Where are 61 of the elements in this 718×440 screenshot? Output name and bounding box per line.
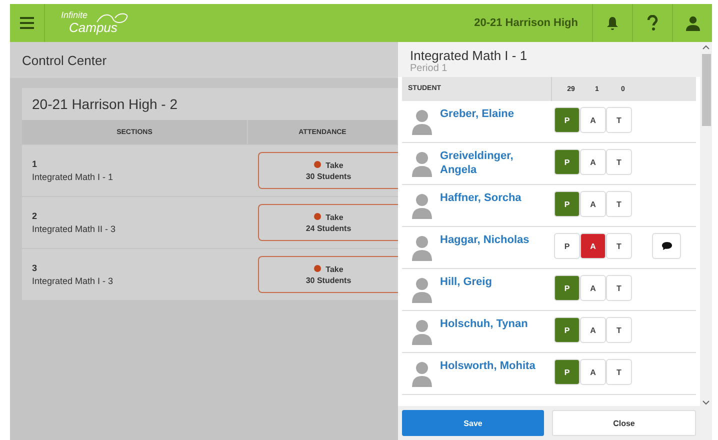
student-name-link[interactable]: Holsworth, Mohita — [440, 359, 540, 374]
avatar-icon — [412, 235, 432, 261]
attendance-mark-button[interactable]: T — [606, 359, 632, 385]
student-name-link[interactable]: Greber, Elaine — [440, 107, 540, 122]
attendance-mark-button[interactable]: A — [580, 233, 606, 259]
period-number: 3 — [32, 263, 38, 273]
panel-subtitle: Period 1 — [410, 63, 448, 74]
course-name: Integrated Math II - 3 — [32, 224, 117, 234]
course-name: Integrated Math I - 3 — [32, 276, 114, 286]
scroll-up-icon[interactable] — [702, 44, 710, 52]
scroll-down-icon[interactable] — [702, 398, 710, 406]
take-attendance-button[interactable]: Take 30 Students — [258, 152, 398, 189]
scrollbar[interactable] — [700, 42, 712, 440]
avatar-icon — [412, 109, 432, 135]
menu-icon — [20, 17, 34, 29]
avatar-icon — [412, 277, 432, 303]
school-name: 20-21 Harrison High — [474, 17, 579, 29]
period-number: 2 — [32, 211, 38, 221]
avatar-icon — [412, 151, 432, 177]
attendance-mark-button[interactable]: P — [554, 275, 580, 301]
page-title: Control Center — [10, 42, 398, 78]
attendance-mark-button[interactable]: P — [554, 359, 580, 385]
attendance-mark-button[interactable]: T — [606, 275, 632, 301]
panel-title: Integrated Math I - 1 — [410, 48, 528, 63]
attendance-mark-button[interactable]: A — [580, 191, 606, 217]
close-button[interactable]: Close — [552, 410, 696, 436]
user-icon — [686, 16, 700, 30]
scrollbar-thumb[interactable] — [702, 54, 710, 126]
card-title: 20-21 Harrison High - 2 — [31, 95, 179, 114]
attendance-mark-button[interactable]: A — [580, 359, 606, 385]
attendance-mark-button[interactable]: P — [554, 317, 580, 343]
avatar-icon — [412, 193, 432, 219]
student-name-link[interactable]: Haggar, Nicholas — [440, 233, 540, 248]
attendance-mark-button[interactable]: P — [554, 107, 580, 133]
attendance-mark-button[interactable]: P — [554, 191, 580, 217]
attendance-mark-button[interactable]: A — [580, 107, 606, 133]
course-name: Integrated Math I - 1 — [32, 172, 114, 182]
attendance-mark-button[interactable]: T — [606, 149, 632, 175]
attendance-mark-button[interactable]: P — [554, 233, 580, 259]
save-button[interactable]: Save — [402, 410, 544, 436]
attendance-mark-button[interactable]: T — [606, 317, 632, 343]
attendance-mark-button[interactable]: T — [606, 191, 632, 217]
avatar-icon — [412, 361, 432, 387]
speech-bubble-icon — [662, 242, 672, 250]
student-name-link[interactable]: Hill, Greig — [440, 275, 540, 290]
student-name-link[interactable]: Holschuh, Tynan — [440, 317, 540, 332]
student-name-link[interactable]: Greiveldinger, Angela — [440, 149, 540, 178]
avatar-icon — [412, 319, 432, 345]
comment-button[interactable] — [652, 233, 681, 259]
attendance-mark-button[interactable]: A — [580, 149, 606, 175]
attendance-mark-button[interactable]: A — [580, 317, 606, 343]
take-attendance-button[interactable]: Take 30 Students — [258, 256, 398, 293]
attendance-mark-button[interactable]: T — [606, 233, 632, 259]
attendance-mark-button[interactable]: A — [580, 275, 606, 301]
attendance-mark-button[interactable]: P — [554, 149, 580, 175]
student-name-link[interactable]: Haffner, Sorcha — [440, 191, 540, 206]
attendance-mark-button[interactable]: T — [606, 107, 632, 133]
help-icon — [647, 15, 658, 31]
period-number: 1 — [32, 159, 38, 169]
bell-icon — [606, 16, 619, 30]
take-attendance-button[interactable]: Take 24 Students — [258, 204, 398, 241]
